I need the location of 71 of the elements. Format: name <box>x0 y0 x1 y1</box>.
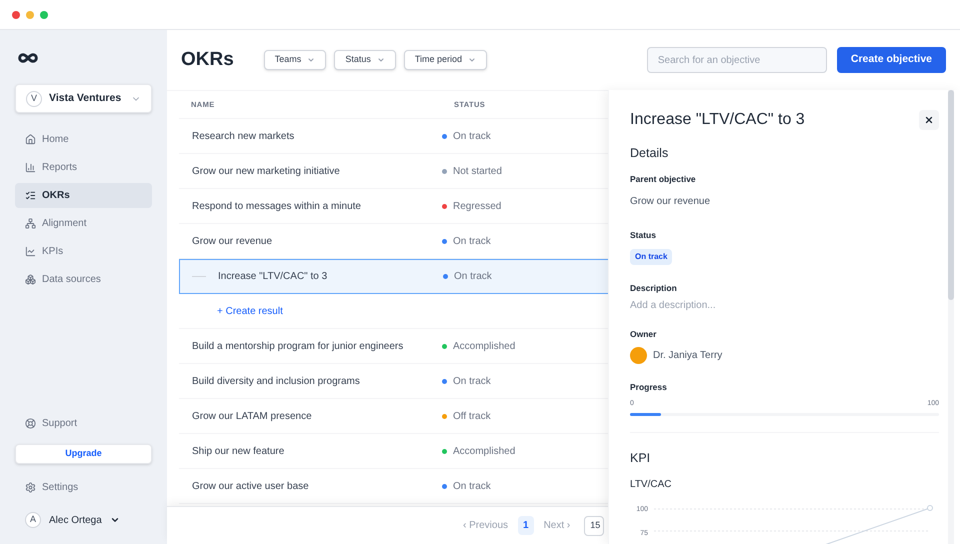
objective-name: Increase "LTV/CAC" to 3 <box>218 270 328 284</box>
nav-item[interactable]: Home <box>15 127 152 152</box>
filter-dropdown[interactable]: Status <box>334 50 396 70</box>
status-text: Regressed <box>453 200 502 214</box>
nav-item[interactable]: KPIs <box>15 239 152 264</box>
detail-title: Increase "LTV/CAC" to 3 <box>630 110 805 130</box>
table-row[interactable]: Increase "LTV/CAC" to 3 On track <box>179 259 611 294</box>
lifebuoy-icon <box>25 418 36 428</box>
caret-icon <box>110 515 120 525</box>
status-text: Accomplished <box>453 340 516 354</box>
section-heading: Details <box>630 145 670 162</box>
home-icon <box>25 134 36 145</box>
status-text: On track <box>454 270 492 284</box>
settings-link[interactable]: Settings <box>15 476 152 498</box>
objective-name: Grow our active user base <box>192 480 309 494</box>
nav-item[interactable]: Alignment <box>15 211 152 236</box>
field-label: Parent objective <box>630 172 697 186</box>
status-text: On track <box>453 234 491 248</box>
field-label: Status <box>630 228 657 242</box>
filter-dropdown[interactable]: Teams <box>264 50 326 70</box>
description-field[interactable]: Add a description... <box>630 300 939 312</box>
status-text: Off track <box>453 410 491 424</box>
objective-name: Research new markets <box>192 130 294 144</box>
filter-dropdown[interactable]: Time period <box>404 50 488 70</box>
parent-objective: Grow our revenue <box>630 194 712 208</box>
status-text: On track <box>453 130 491 144</box>
close-icon <box>924 115 934 125</box>
status-badge: On track <box>630 249 672 266</box>
hierarchy-icon <box>25 218 36 229</box>
page-title: OKRs <box>181 48 234 72</box>
support-link[interactable]: Support <box>15 412 152 434</box>
kpi-heading: KPI <box>630 450 652 467</box>
objective-name: Respond to messages within a minute <box>192 200 361 214</box>
nav-item[interactable]: OKRs <box>15 183 152 208</box>
objective-name: Grow our new marketing initiative <box>192 164 340 178</box>
caret-icon <box>376 56 385 64</box>
field-label: Description <box>630 282 678 295</box>
objective-name: Build a mentorship program for junior engineers <box>192 340 404 354</box>
settings-icon <box>25 482 36 492</box>
user-menu[interactable]: A Alec Ortega <box>15 512 152 528</box>
create-objective-button[interactable]: Create objective <box>836 47 946 73</box>
nav-item[interactable]: Data sources <box>15 267 152 292</box>
kpi-name: LTV/CAC <box>630 478 672 492</box>
status-text: Accomplished <box>453 444 516 458</box>
checklist-icon <box>25 190 36 201</box>
owner-avatar <box>630 346 647 364</box>
objective-name: Grow our revenue <box>192 234 272 248</box>
page-size-select[interactable]: 15 <box>584 516 604 536</box>
status-text: On track <box>453 480 491 494</box>
field-label: Owner <box>630 328 658 341</box>
status-text: On track <box>453 374 491 388</box>
caret-icon <box>468 56 476 64</box>
create-result-link[interactable]: + Create result <box>217 304 283 318</box>
upgrade-button[interactable]: Upgrade <box>15 444 152 464</box>
boxes-icon <box>25 274 36 285</box>
close-button[interactable] <box>919 110 939 130</box>
user-avatar: A <box>25 512 41 528</box>
bar-chart-icon <box>25 162 36 173</box>
search-field[interactable]: Search for an objective <box>646 47 827 73</box>
objective-name: Ship our new feature <box>192 444 284 458</box>
workspace-selector[interactable]: V Vista Ventures <box>15 84 152 113</box>
objective-name: Build diversity and inclusion programs <box>192 374 360 388</box>
workspace-avatar: V <box>26 90 42 106</box>
field-label: Progress <box>630 380 668 394</box>
nav-item[interactable]: Reports <box>15 155 152 180</box>
line-chart-icon <box>25 246 36 257</box>
page-link[interactable]: 1 <box>518 516 534 535</box>
owner-name: Dr. Janiya Terry <box>653 348 722 363</box>
objective-name: Grow our LATAM presence <box>192 410 312 424</box>
caret-icon <box>307 56 316 64</box>
status-text: Not started <box>453 164 502 178</box>
